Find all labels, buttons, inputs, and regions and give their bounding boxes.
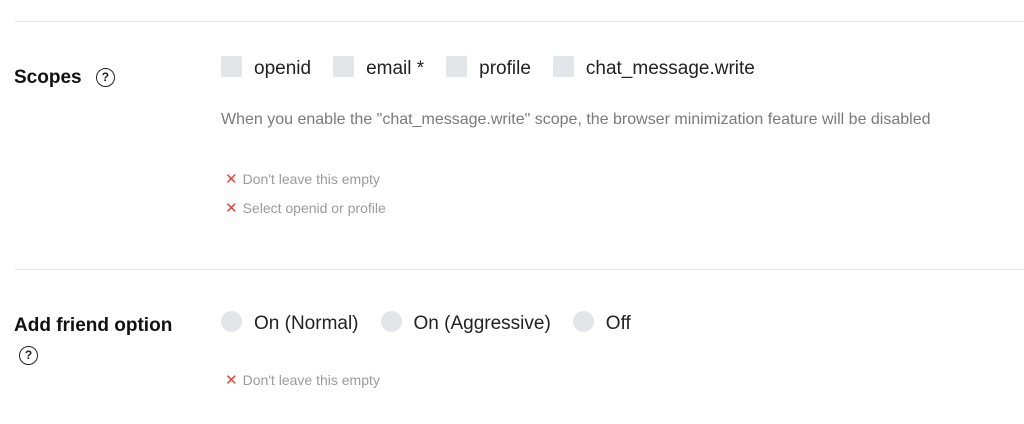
scope-option-chat-message-write[interactable]: chat_message.write [552, 55, 755, 80]
x-icon: ✕ [225, 200, 238, 217]
off-radio[interactable] [572, 310, 594, 332]
openid-label: openid [254, 58, 312, 79]
scopes-error-select: ✕ Select openid or profile [225, 199, 386, 217]
scopes-error-empty: ✕ Don't leave this empty [225, 170, 380, 188]
scopes-options: openid email * profile chat_message.writ… [221, 55, 777, 80]
add-friend-error-empty: ✕ Don't leave this empty [225, 371, 380, 389]
openid-checkbox[interactable] [221, 55, 242, 77]
scopes-label: Scopes [14, 67, 82, 88]
add-friend-option-normal[interactable]: On (Normal) [221, 310, 359, 335]
add-friend-label: Add friend option [14, 315, 173, 336]
aggressive-label: On (Aggressive) [413, 313, 551, 334]
chat-message-write-label: chat_message.write [585, 58, 755, 79]
scope-option-openid[interactable]: openid [221, 55, 312, 80]
scopes-note: When you enable the "chat_message.write"… [221, 111, 931, 128]
aggressive-radio[interactable] [380, 310, 402, 332]
profile-checkbox[interactable] [446, 55, 468, 77]
middle-divider [14, 269, 1024, 270]
scopes-error-empty-text: Don't leave this empty [242, 171, 380, 187]
add-friend-option-aggressive[interactable]: On (Aggressive) [380, 310, 551, 335]
add-friend-error-empty-text: Don't leave this empty [242, 372, 380, 388]
top-divider [14, 21, 1024, 22]
normal-radio[interactable] [221, 310, 242, 332]
chat-message-write-checkbox[interactable] [552, 55, 574, 77]
profile-label: profile [479, 58, 531, 79]
scopes-help-icon[interactable]: ? [95, 68, 115, 88]
x-icon: ✕ [225, 171, 238, 188]
add-friend-options: On (Normal) On (Aggressive) Off [221, 310, 653, 335]
scope-option-profile[interactable]: profile [446, 55, 531, 80]
add-friend-option-off[interactable]: Off [572, 310, 631, 335]
email-label: email * [366, 58, 425, 79]
scope-option-email[interactable]: email * [333, 55, 425, 80]
email-checkbox[interactable] [333, 55, 355, 77]
scopes-label-group: Scopes ? [14, 67, 115, 89]
x-icon: ✕ [225, 372, 238, 389]
normal-label: On (Normal) [254, 313, 359, 334]
scopes-error-select-text: Select openid or profile [242, 200, 386, 216]
off-label: Off [605, 313, 631, 334]
add-friend-help-icon[interactable]: ? [19, 346, 38, 365]
